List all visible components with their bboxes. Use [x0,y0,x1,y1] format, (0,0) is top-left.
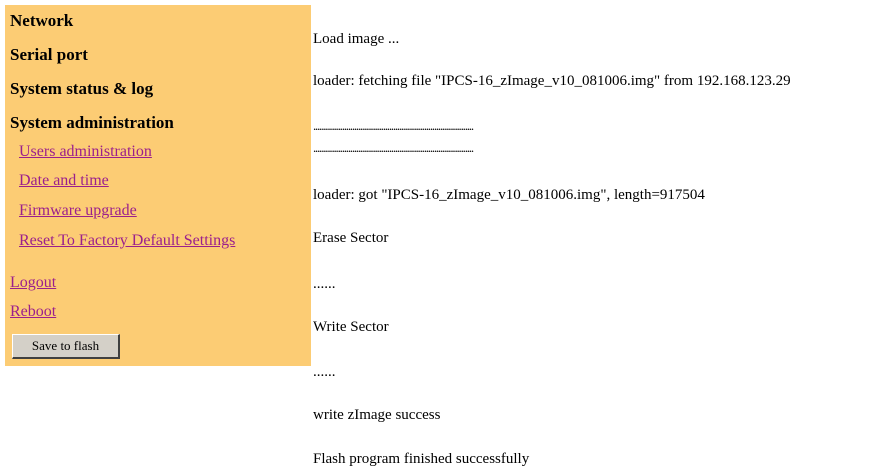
menu-system-status-log[interactable]: System status & log [10,79,153,99]
menu-network[interactable]: Network [10,11,73,31]
link-firmware-upgrade[interactable]: Firmware upgrade [19,201,137,221]
log-line: loader: got "IPCS-16_zImage_v10_081006.i… [313,187,705,203]
menu-serial-port[interactable]: Serial port [10,45,88,65]
log-line: Write Sector [313,319,389,335]
sidebar-menu: Network Serial port System status & log … [5,5,311,366]
link-users-administration[interactable]: Users administration [19,142,152,162]
log-line: Erase Sector [313,230,389,246]
log-progress-dots: ........................................… [313,140,474,155]
link-date-and-time[interactable]: Date and time [19,171,109,191]
link-logout[interactable]: Logout [10,273,56,293]
link-reset-factory-defaults[interactable]: Reset To Factory Default Settings [19,231,235,251]
save-to-flash-button[interactable]: Save to flash [12,334,120,359]
link-reboot[interactable]: Reboot [10,302,56,322]
log-progress-dots: ........................................… [313,118,474,133]
log-line: Load image ... [313,31,400,47]
log-line: loader: fetching file "IPCS-16_zImage_v1… [313,73,791,89]
log-progress-dots: ...... [313,276,336,292]
log-line: write zImage success [313,407,441,423]
log-line: Flash program finished successfully [313,451,530,467]
menu-system-administration[interactable]: System administration [10,113,174,133]
log-progress-dots: ...... [313,364,336,380]
